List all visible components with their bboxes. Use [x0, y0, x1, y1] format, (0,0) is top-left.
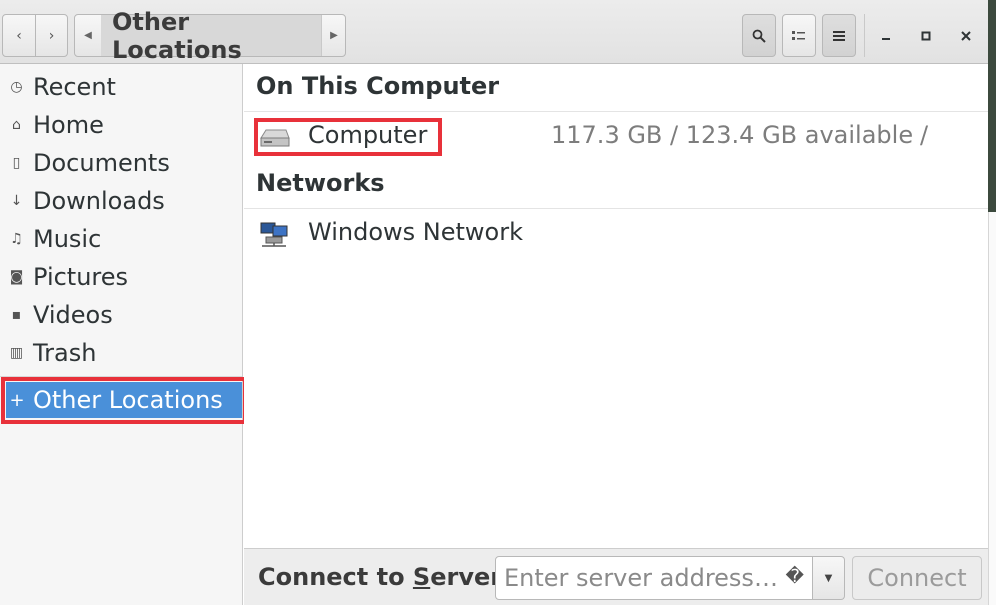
hamburger-menu-icon — [833, 30, 845, 41]
video-icon: ▪ — [11, 307, 22, 323]
triangle-left-icon: ◀ — [84, 30, 92, 41]
sidebar-item-videos[interactable]: ▪ Videos — [0, 296, 242, 334]
sidebar-item-label: Home — [33, 111, 104, 139]
navigation-buttons: ‹ › — [2, 14, 68, 57]
chevron-down-icon: ▼ — [824, 572, 833, 584]
recent-servers-dropdown[interactable]: ▼ — [813, 556, 845, 600]
sidebar-item-label: Documents — [33, 149, 170, 177]
sidebar-item-recent[interactable]: ◷ Recent — [0, 68, 242, 106]
path-scroll-right-button[interactable]: ▶ — [321, 15, 346, 56]
minimize-button[interactable] — [870, 20, 902, 52]
sidebar-item-home[interactable]: ⌂ Home — [0, 106, 242, 144]
close-button[interactable] — [950, 20, 982, 52]
sidebar-item-pictures[interactable]: ◙ Pictures — [0, 258, 242, 296]
sidebar-item-music[interactable]: ♫ Music — [0, 220, 242, 258]
sidebar-item-downloads[interactable]: ↓ Downloads — [0, 182, 242, 220]
download-icon: ↓ — [10, 193, 23, 209]
music-icon: ♫ — [10, 231, 23, 247]
minimize-icon — [882, 38, 890, 40]
connect-label-prefix: Connect to — [258, 563, 413, 591]
places-view: On This Computer Computer 117.3 GB / 123… — [244, 64, 988, 548]
forward-button[interactable]: › — [35, 14, 68, 57]
row-separator — [244, 111, 988, 112]
path-crumb-other-locations[interactable]: Other Locations — [101, 8, 321, 64]
search-icon — [752, 29, 766, 43]
chevron-right-icon: › — [48, 27, 55, 44]
maximize-button[interactable] — [910, 20, 942, 52]
list-item-label: Windows Network — [308, 218, 523, 246]
document-icon: ▯ — [12, 155, 21, 171]
triangle-right-icon: ▶ — [330, 30, 338, 41]
server-address-input[interactable]: Enter server address… � — [495, 556, 813, 600]
connect-label-mnemonic: S — [412, 563, 431, 591]
file-manager-window: ‹ › ◀ Other Locations ▶ ◷ Recent ⌂ Home … — [0, 0, 988, 605]
sidebar-item-label: Pictures — [33, 263, 129, 291]
background-window-titlebar — [988, 0, 996, 212]
search-button[interactable] — [742, 14, 776, 57]
annotation-highlight-box — [254, 118, 442, 156]
address-hint-icon[interactable]: � — [786, 566, 804, 587]
sidebar-item-label: Videos — [33, 301, 113, 329]
header-bar: ‹ › ◀ Other Locations ▶ — [0, 0, 988, 64]
sidebar-item-trash[interactable]: ▥ Trash — [0, 334, 242, 372]
server-address-placeholder: Enter server address… — [504, 564, 778, 592]
clock-icon: ◷ — [10, 79, 23, 95]
camera-icon: ◙ — [9, 269, 24, 285]
path-scroll-left-button[interactable]: ◀ — [75, 15, 102, 56]
section-title-networks: Networks — [256, 169, 385, 197]
network-icon — [260, 222, 288, 247]
list-item-storage-info: 117.3 GB / 123.4 GB available — [551, 121, 914, 149]
trash-icon: ▥ — [9, 345, 24, 361]
maximize-icon — [921, 31, 931, 41]
annotation-highlight-box — [1, 377, 247, 424]
close-icon — [961, 31, 971, 41]
sidebar-item-documents[interactable]: ▯ Documents — [0, 144, 242, 182]
row-separator — [244, 208, 988, 209]
header-separator — [864, 14, 865, 57]
connect-label-suffix: erver — [430, 563, 503, 591]
path-bar: ◀ Other Locations ▶ — [74, 8, 346, 64]
connect-to-server-bar: Connect to Server Enter server address… … — [244, 548, 988, 605]
view-options-icon — [792, 30, 805, 40]
list-item-mount-path: / — [920, 121, 929, 149]
sidebar-item-label: Trash — [33, 339, 97, 367]
section-title-on-this-computer: On This Computer — [256, 72, 500, 100]
sidebar-item-label: Recent — [33, 73, 116, 101]
connect-to-server-label: Connect to Server — [258, 563, 502, 591]
sidebar-item-label: Downloads — [33, 187, 165, 215]
view-options-button[interactable] — [782, 14, 816, 57]
places-sidebar: ◷ Recent ⌂ Home ▯ Documents ↓ Downloads … — [0, 64, 247, 605]
sidebar-item-label: Music — [33, 225, 102, 253]
back-button[interactable]: ‹ — [2, 14, 36, 57]
chevron-left-icon: ‹ — [16, 27, 22, 44]
menu-button[interactable] — [822, 14, 856, 57]
connect-button[interactable]: Connect — [852, 556, 982, 600]
home-icon: ⌂ — [12, 117, 21, 133]
